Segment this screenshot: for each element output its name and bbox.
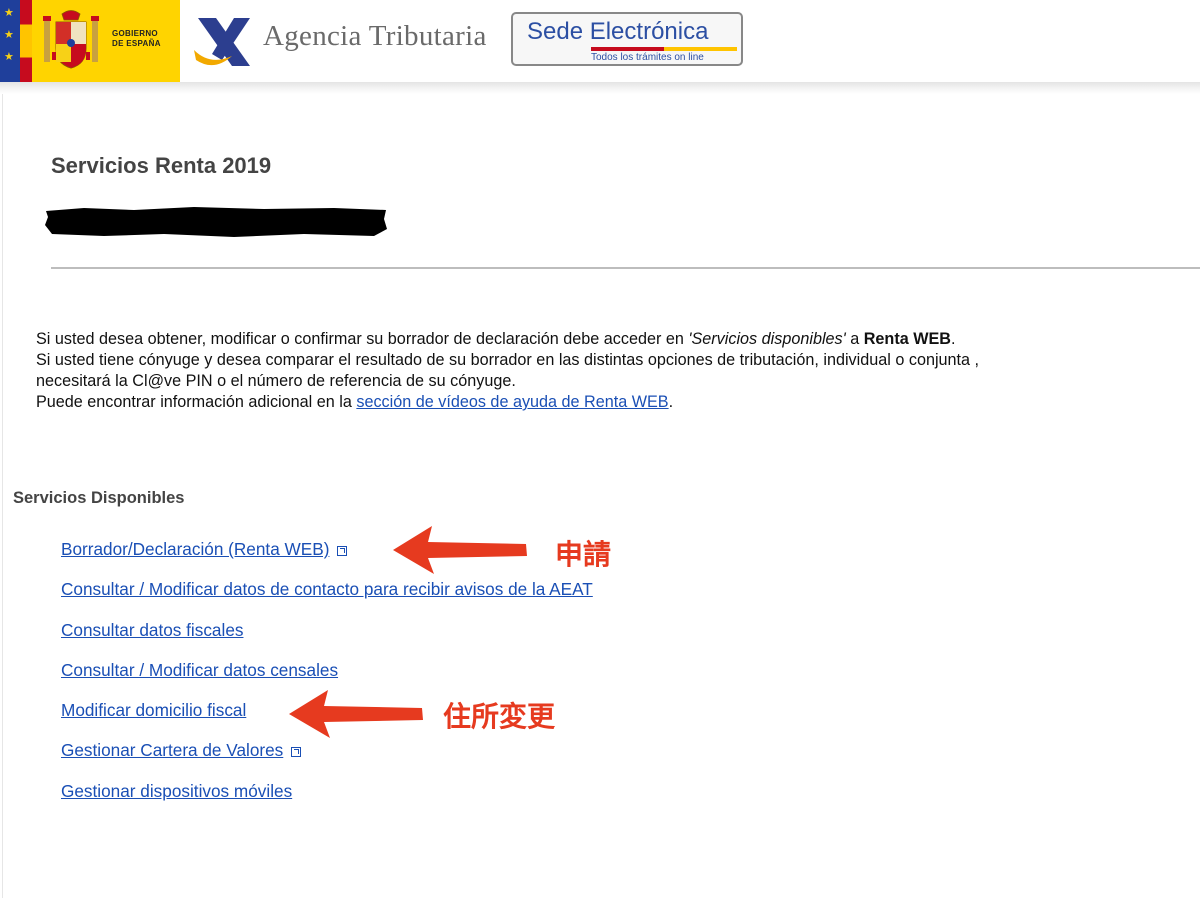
service-link-cartera-valores[interactable]: Gestionar Cartera de Valores bbox=[61, 740, 302, 761]
annotation-address-change: 住所変更 bbox=[443, 700, 556, 733]
coat-of-arms-icon bbox=[43, 10, 99, 69]
help-videos-link[interactable]: sección de vídeos de ayuda de Renta WEB bbox=[356, 393, 668, 411]
intro-line-1: Si usted desea obtener, modificar o conf… bbox=[36, 330, 956, 348]
external-link-icon bbox=[337, 546, 348, 556]
sede-title: Sede Electrónica bbox=[527, 18, 709, 45]
sede-subtitle: Todos los trámites on line bbox=[591, 52, 704, 63]
intro-line-3: necesitará la Cl@ve PIN o el número de r… bbox=[36, 372, 516, 390]
services-title: Servicios Disponibles bbox=[13, 489, 185, 507]
agencia-tributaria-logo-icon[interactable] bbox=[192, 10, 256, 70]
sede-underline bbox=[591, 47, 737, 51]
intro-line-2: Si usted tiene cónyuge y desea comparar … bbox=[36, 351, 980, 369]
annotation-arrow-left-icon bbox=[289, 690, 423, 738]
service-link-datos-censales[interactable]: Consultar / Modificar datos censales bbox=[61, 660, 338, 681]
service-link-dispositivos-moviles[interactable]: Gestionar dispositivos móviles bbox=[61, 781, 292, 802]
eu-flag-icon: ★ ★ ★ bbox=[0, 0, 20, 82]
redacted-name-block bbox=[45, 207, 387, 237]
intro-line-4: Puede encontrar información adicional en… bbox=[36, 393, 674, 411]
annotation-arrow-left-icon bbox=[393, 526, 527, 574]
service-link-datos-contacto[interactable]: Consultar / Modificar datos de contacto … bbox=[61, 579, 593, 600]
header-shadow bbox=[0, 82, 1200, 94]
page: ★ ★ ★ GOBIERNO DE ESPAÑA Agencia Tributa… bbox=[0, 0, 1200, 898]
service-link-borrador-declaracion[interactable]: Borrador/Declaración (Renta WEB) bbox=[61, 539, 348, 560]
gobierno-text: GOBIERNO DE ESPAÑA bbox=[112, 29, 161, 48]
external-link-icon bbox=[291, 747, 302, 757]
spain-flag-band bbox=[20, 0, 32, 82]
title-divider bbox=[51, 267, 1200, 269]
annotation-apply: 申請 bbox=[555, 538, 612, 571]
left-border bbox=[2, 94, 3, 898]
service-link-datos-fiscales[interactable]: Consultar datos fiscales bbox=[61, 620, 243, 641]
page-title: Servicios Renta 2019 bbox=[51, 153, 272, 178]
service-link-domicilio-fiscal[interactable]: Modificar domicilio fiscal bbox=[61, 700, 246, 721]
intro-text: Si usted desea obtener, modificar o conf… bbox=[36, 329, 1186, 413]
sede-electronica-button[interactable]: Sede Electrónica Todos los trámites on l… bbox=[511, 12, 743, 66]
site-header: ★ ★ ★ GOBIERNO DE ESPAÑA Agencia Tributa… bbox=[0, 0, 1200, 82]
agency-name[interactable]: Agencia Tributaria bbox=[263, 20, 487, 53]
